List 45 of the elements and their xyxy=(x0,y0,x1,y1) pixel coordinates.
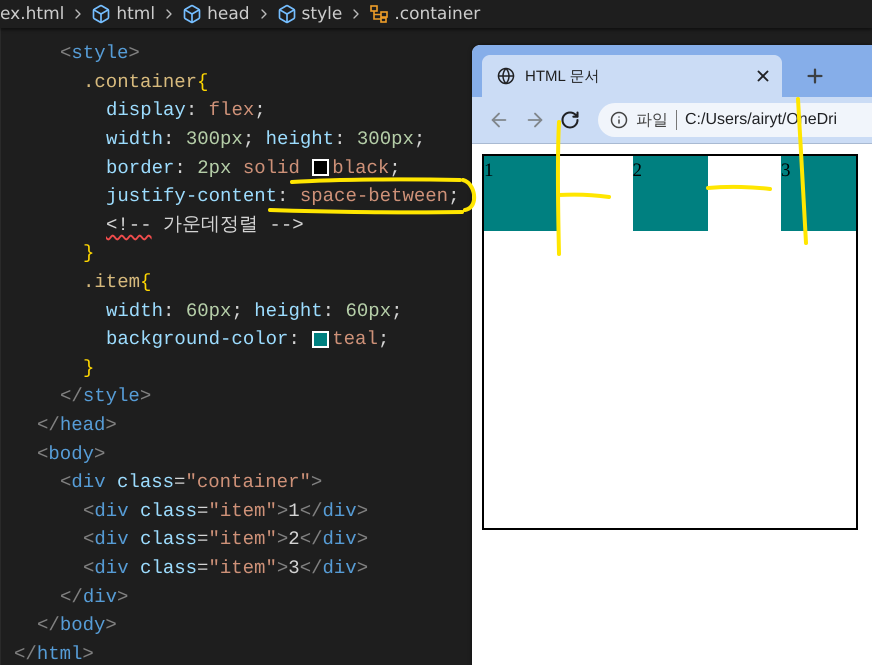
code-text: border: 2px solid xyxy=(106,158,301,178)
code-text: <div class="container"> xyxy=(60,472,322,492)
reload-icon[interactable] xyxy=(560,110,580,130)
globe-icon xyxy=(497,67,515,85)
flex-item: 2 xyxy=(632,156,708,231)
code-text: width: 300px; height: 300px; xyxy=(106,129,426,150)
breadcrumb-item[interactable]: style xyxy=(302,4,342,24)
breadcrumb-item[interactable]: head xyxy=(207,4,250,24)
code-text: black; xyxy=(332,158,401,178)
tab-title: HTML 문서 xyxy=(525,66,600,86)
code-text: <style> xyxy=(60,43,140,64)
breadcrumb-item[interactable]: ex.html xyxy=(0,4,64,24)
symbol-icon xyxy=(369,4,390,24)
code-text: </div> xyxy=(60,586,128,607)
code-text: .container{ xyxy=(83,72,208,92)
code-text: <div class="item">2</div> xyxy=(83,529,368,550)
address-scheme: 파일 xyxy=(636,110,668,130)
code-text: <div class="item">3</div> xyxy=(83,558,368,578)
code-text: </head> xyxy=(37,415,117,436)
code-text: </html> xyxy=(14,644,94,664)
browser-tab[interactable]: HTML 문서 xyxy=(482,55,782,97)
info-icon xyxy=(610,111,628,129)
breadcrumb-item[interactable]: html xyxy=(116,4,156,24)
code-text: justify-content: space-between; xyxy=(106,186,460,206)
code-text: <!-- 가운데정렬 --> xyxy=(106,214,304,235)
cube-icon xyxy=(182,4,202,24)
code-text: } xyxy=(83,358,94,378)
code-text: background-color: xyxy=(106,329,301,350)
code-text: <body> xyxy=(37,444,106,464)
color-swatch-icon[interactable] xyxy=(312,159,330,176)
pen-stroke-drawing xyxy=(706,184,772,192)
breadcrumb-item[interactable]: .container xyxy=(394,4,480,24)
code-text: </body> xyxy=(37,615,117,636)
code-text: <div class="item">1</div> xyxy=(83,500,368,521)
cube-icon xyxy=(276,4,297,24)
code-text: width: 60px; height: 60px; xyxy=(106,300,402,321)
code-text: teal; xyxy=(332,329,390,350)
code-text: display: flex; xyxy=(106,100,266,120)
flex-item: 1 xyxy=(484,156,559,231)
code-text: } xyxy=(83,243,94,264)
color-swatch-icon[interactable] xyxy=(312,330,330,348)
cube-icon xyxy=(91,4,112,24)
code-text: </style> xyxy=(60,386,152,406)
flex-item: 3 xyxy=(781,156,856,231)
code-text: .item{ xyxy=(83,272,152,292)
